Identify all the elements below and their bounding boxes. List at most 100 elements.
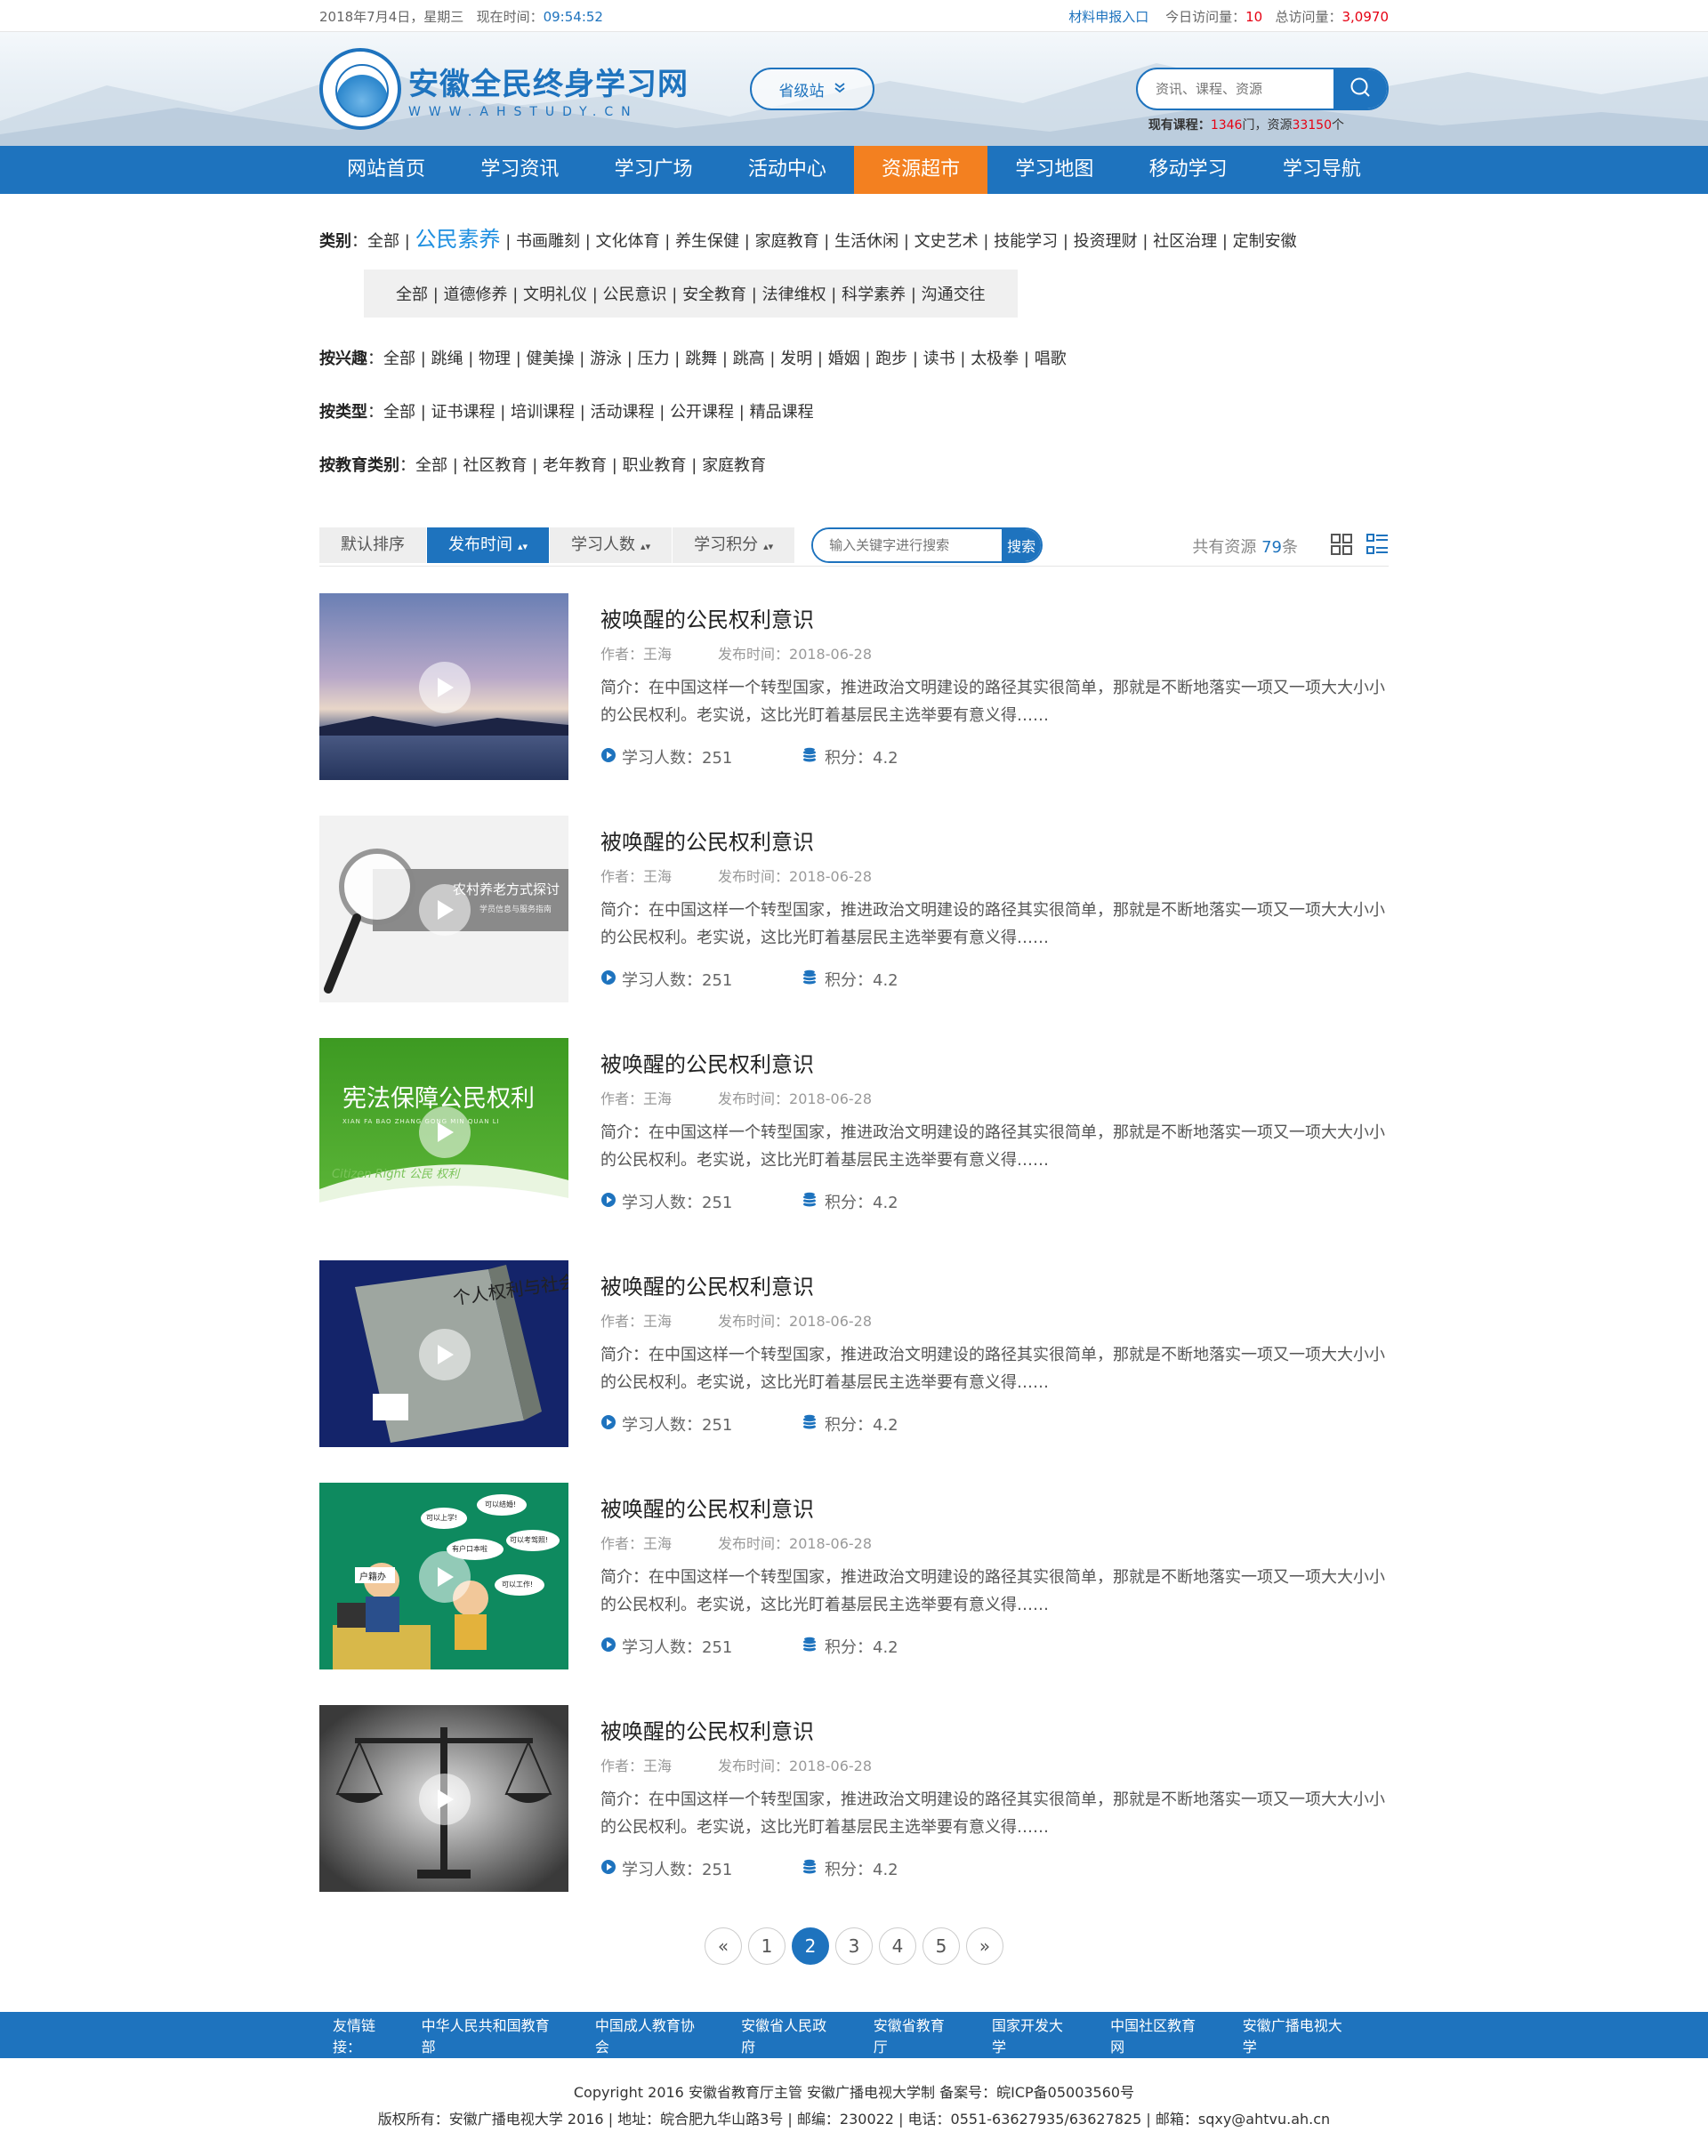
interest-option[interactable]: 全部	[383, 350, 415, 368]
sort-learners-button[interactable]: 学习人数 ▴▾	[550, 527, 673, 563]
thumb-caption: 户籍办	[359, 1573, 386, 1582]
subcategory-option[interactable]: 文明礼仪	[523, 286, 587, 304]
type-option[interactable]: 培训课程	[511, 403, 575, 422]
edu-option[interactable]: 家庭教育	[702, 456, 766, 475]
nav-item[interactable]: 网站首页	[319, 146, 453, 194]
nav-item[interactable]: 活动中心	[721, 146, 854, 194]
resource-thumbnail[interactable]: 个人权利与社会意识	[319, 1260, 568, 1447]
edu-option[interactable]: 全部	[415, 456, 447, 475]
interest-option[interactable]: 健美操	[527, 350, 575, 368]
type-option[interactable]: 证书课程	[431, 403, 495, 422]
resource-title[interactable]: 被唤醒的公民权利意识	[600, 602, 1389, 633]
category-option[interactable]: 投资理财	[1074, 232, 1138, 251]
edu-option[interactable]: 老年教育	[543, 456, 607, 475]
subcategory-option[interactable]: 道德修养	[444, 286, 508, 304]
edu-option[interactable]: 职业教育	[623, 456, 687, 475]
edu-option[interactable]: 社区教育	[463, 456, 528, 475]
interest-option[interactable]: 跳绳	[431, 350, 463, 368]
sort-time-button[interactable]: 发布时间 ▴▾	[427, 527, 551, 563]
resource-thumbnail[interactable]: 宪法保障公民权利XIAN FA BAO ZHANG GONG MIN QUAN …	[319, 1038, 568, 1225]
subcategory-option[interactable]: 全部	[396, 286, 428, 304]
category-option[interactable]: 定制安徽	[1233, 232, 1297, 251]
site-search-button[interactable]	[1333, 69, 1387, 109]
subcategory-option[interactable]: 安全教育	[682, 286, 746, 304]
type-option[interactable]: 公开课程	[670, 403, 734, 422]
resource-title[interactable]: 被唤醒的公民权利意识	[600, 825, 1389, 856]
interest-option[interactable]: 跳舞	[685, 350, 717, 368]
friend-link[interactable]: 安徽广播电视大学	[1243, 2014, 1353, 2056]
resource-thumbnail[interactable]: 农村养老方式探讨 学员信息与服务指南	[319, 816, 568, 1002]
category-all[interactable]: 全部	[367, 232, 399, 251]
category-selected[interactable]: 公民素养	[415, 227, 501, 252]
interest-option[interactable]: 压力	[638, 350, 670, 368]
category-option[interactable]: 生活休闲	[834, 232, 898, 251]
category-option[interactable]: 家庭教育	[755, 232, 819, 251]
site-search-input[interactable]	[1138, 69, 1333, 109]
site-switch-button[interactable]: 省级站	[750, 68, 874, 110]
friend-link[interactable]: 中国社区教育网	[1110, 2014, 1207, 2056]
resource-item: 宪法保障公民权利XIAN FA BAO ZHANG GONG MIN QUAN …	[319, 1038, 1389, 1225]
type-option[interactable]: 全部	[383, 403, 415, 422]
resource-title[interactable]: 被唤醒的公民权利意识	[600, 1714, 1389, 1745]
keyword-search-input[interactable]	[813, 529, 1003, 561]
page-button[interactable]: 4	[879, 1927, 916, 1965]
nav-item[interactable]: 学习广场	[587, 146, 721, 194]
nav-item[interactable]: 学习导航	[1255, 146, 1389, 194]
resource-title[interactable]: 被唤醒的公民权利意识	[600, 1492, 1389, 1523]
page-button[interactable]: 1	[748, 1927, 786, 1965]
resource-title[interactable]: 被唤醒的公民权利意识	[600, 1047, 1389, 1078]
category-option[interactable]: 书画雕刻	[516, 232, 580, 251]
grid-view-icon[interactable]	[1330, 533, 1353, 559]
resource-thumbnail[interactable]: 户籍办 可以上学! 可以结婚! 可以考驾照! 有户口本啦 可以工作!	[319, 1483, 568, 1669]
category-option[interactable]: 社区治理	[1153, 232, 1217, 251]
nav-item[interactable]: 资源超市	[854, 146, 988, 194]
play-icon[interactable]	[419, 884, 471, 936]
interest-option[interactable]: 读书	[923, 350, 955, 368]
resource-title[interactable]: 被唤醒的公民权利意识	[600, 1269, 1389, 1300]
interest-option[interactable]: 跳高	[733, 350, 765, 368]
subcategory-option[interactable]: 法律维权	[762, 286, 826, 304]
prev-page-button[interactable]: «	[705, 1927, 742, 1965]
next-page-button[interactable]: »	[966, 1927, 1003, 1965]
subcategory-selected[interactable]: 公民意识	[603, 286, 667, 304]
interest-option[interactable]: 跑步	[875, 350, 907, 368]
interest-option[interactable]: 游泳	[590, 350, 622, 368]
sort-points-button[interactable]: 学习积分 ▴▾	[673, 527, 796, 563]
category-option[interactable]: 技能学习	[994, 232, 1058, 251]
category-option[interactable]: 文史艺术	[914, 232, 979, 251]
page-button[interactable]: 2	[792, 1927, 829, 1965]
type-option[interactable]: 精品课程	[750, 403, 814, 422]
play-icon[interactable]	[419, 1106, 471, 1158]
list-view-icon[interactable]	[1366, 533, 1389, 559]
friend-link[interactable]: 安徽省教育厅	[874, 2014, 956, 2056]
play-icon[interactable]	[419, 662, 471, 713]
friend-link[interactable]: 国家开发大学	[992, 2014, 1075, 2056]
interest-option[interactable]: 婚姻	[828, 350, 860, 368]
page-button[interactable]: 3	[835, 1927, 873, 1965]
friend-link[interactable]: 中华人民共和国教育部	[422, 2014, 560, 2056]
category-option[interactable]: 文化体育	[596, 232, 660, 251]
page-button[interactable]: 5	[922, 1927, 960, 1965]
play-icon[interactable]	[419, 1774, 471, 1825]
keyword-search-button[interactable]: 搜索	[1002, 529, 1042, 561]
nav-item[interactable]: 学习地图	[987, 146, 1121, 194]
nav-item[interactable]: 移动学习	[1122, 146, 1255, 194]
friend-link[interactable]: 中国成人教育协会	[595, 2014, 705, 2056]
interest-option[interactable]: 太极拳	[971, 350, 1019, 368]
play-icon[interactable]	[419, 1329, 471, 1380]
resource-thumbnail[interactable]	[319, 1705, 568, 1892]
friend-link[interactable]: 安徽省人民政府	[741, 2014, 838, 2056]
type-option[interactable]: 活动课程	[591, 403, 655, 422]
interest-option[interactable]: 物理	[479, 350, 511, 368]
resource-thumbnail[interactable]	[319, 593, 568, 780]
nav-item[interactable]: 学习资讯	[453, 146, 586, 194]
site-logo[interactable]: 安徽全民终身学习网 WWW.AHSTUDY.CN	[319, 48, 689, 130]
report-link[interactable]: 材料申报入口	[1068, 9, 1148, 25]
sort-default-button[interactable]: 默认排序	[319, 527, 427, 563]
interest-option[interactable]: 唱歌	[1035, 350, 1067, 368]
interest-option[interactable]: 发明	[780, 350, 812, 368]
play-icon[interactable]	[419, 1551, 471, 1603]
subcategory-option[interactable]: 科学素养	[842, 286, 906, 304]
category-option[interactable]: 养生保健	[675, 232, 739, 251]
subcategory-option[interactable]: 沟通交往	[922, 286, 986, 304]
